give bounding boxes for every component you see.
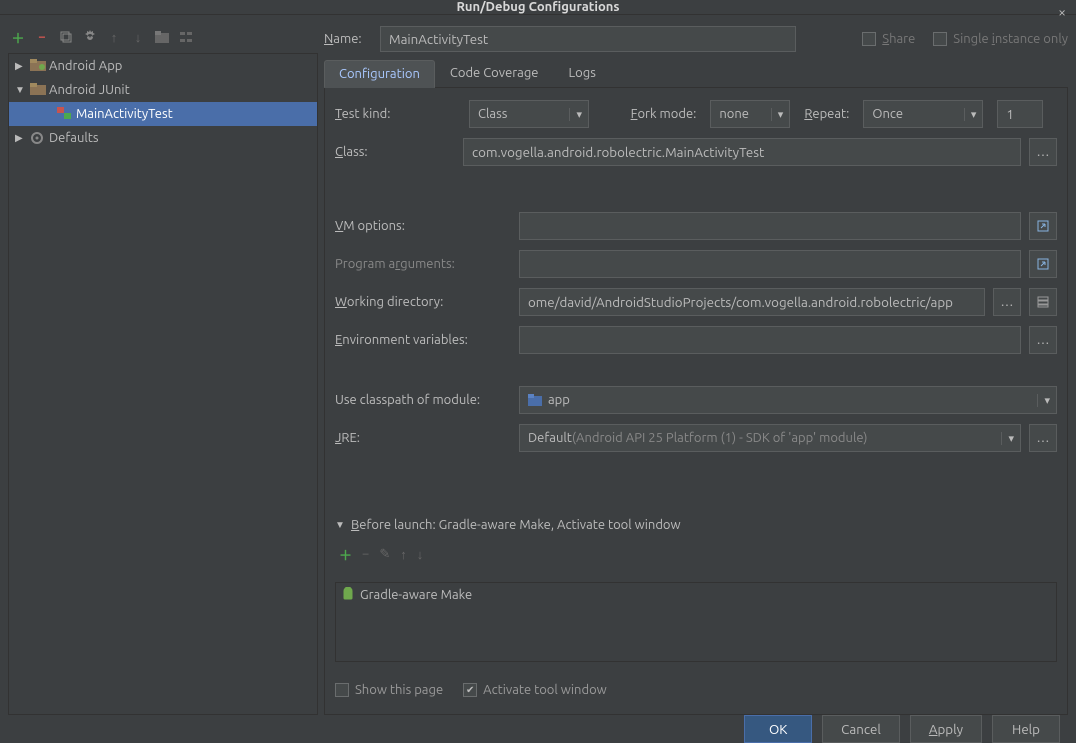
single-instance-checkbox[interactable]: Single instance only	[933, 32, 1068, 46]
settings-icon[interactable]	[82, 29, 98, 45]
move-task-up-icon[interactable]: ↑	[400, 547, 407, 562]
repeat-select[interactable]: Once	[863, 100, 983, 128]
apply-button[interactable]: Apply	[910, 715, 982, 743]
before-launch-header[interactable]: ▼ Before launch: Gradle-aware Make, Acti…	[335, 518, 1057, 532]
browse-jre-button[interactable]: …	[1029, 424, 1057, 452]
tree-node-android-junit[interactable]: ▼ Android JUnit	[9, 78, 317, 102]
working-dir-input[interactable]	[519, 288, 985, 316]
tabs: Configuration Code Coverage Logs	[324, 59, 1068, 88]
tab-configuration[interactable]: Configuration	[324, 60, 435, 88]
vm-options-input[interactable]	[519, 212, 1021, 240]
chevron-down-icon[interactable]: ▼	[335, 519, 347, 531]
name-label: Name:	[324, 32, 370, 46]
cancel-button[interactable]: Cancel	[822, 715, 900, 743]
before-launch-item[interactable]: Gradle-aware Make	[336, 583, 1056, 607]
share-checkbox[interactable]: Share	[862, 32, 915, 46]
android-junit-icon	[30, 83, 46, 97]
env-vars-input[interactable]	[519, 326, 1021, 354]
chevron-down-icon[interactable]: ▼	[15, 84, 27, 96]
tree-node-android-app[interactable]: ▶ Android App	[9, 54, 317, 78]
macros-workdir-button[interactable]	[1029, 288, 1057, 316]
browse-class-button[interactable]: …	[1029, 138, 1057, 166]
name-input[interactable]	[380, 26, 796, 52]
before-launch-list[interactable]: Gradle-aware Make	[335, 582, 1057, 662]
gear-icon	[30, 131, 46, 145]
move-up-icon[interactable]: ↑	[106, 29, 122, 45]
android-icon	[342, 587, 354, 604]
classpath-select[interactable]: app	[519, 386, 1057, 414]
working-dir-label: Working directory:	[335, 295, 511, 309]
dialog-footer: OK Cancel Apply Help	[0, 715, 1076, 743]
classpath-label: Use classpath of module:	[335, 393, 511, 407]
ok-button[interactable]: OK	[744, 715, 812, 743]
window-title: Run/Debug Configurations	[456, 0, 619, 14]
test-kind-label: Test kind:	[335, 107, 455, 121]
move-task-down-icon[interactable]: ↓	[417, 547, 424, 562]
tab-logs[interactable]: Logs	[554, 59, 611, 87]
show-this-page-checkbox[interactable]: Show this page	[335, 683, 443, 697]
android-app-icon	[30, 59, 46, 73]
repeat-count-input[interactable]	[997, 100, 1043, 128]
remove-task-icon[interactable]: −	[362, 547, 369, 561]
close-icon[interactable]: ×	[1058, 4, 1066, 20]
browse-env-button[interactable]: …	[1029, 326, 1057, 354]
collapse-icon[interactable]	[178, 29, 194, 45]
activate-tool-window-checkbox[interactable]: Activate tool window	[463, 683, 607, 697]
before-launch-toolbar: ＋ − ✎ ↑ ↓	[335, 542, 1057, 566]
tree-node-mainactivitytest[interactable]: MainActivityTest	[9, 102, 317, 126]
add-icon[interactable]: ＋	[10, 29, 26, 45]
tree-label: Android App	[49, 59, 122, 73]
help-button[interactable]: Help	[992, 715, 1060, 743]
class-input[interactable]	[463, 138, 1021, 166]
program-args-input[interactable]	[519, 250, 1021, 278]
tree-label: Android JUnit	[49, 83, 130, 97]
fork-mode-label: Fork mode:	[631, 107, 697, 121]
configurations-tree[interactable]: ▶ Android App ▼ Android JUnit MainActivi…	[8, 53, 318, 715]
folder-icon[interactable]	[154, 29, 170, 45]
edit-task-icon[interactable]: ✎	[379, 547, 390, 562]
expand-vm-button[interactable]	[1029, 212, 1057, 240]
chevron-right-icon[interactable]: ▶	[15, 132, 27, 144]
program-args-label: Program arguments:	[335, 257, 511, 271]
fork-mode-select[interactable]: none	[710, 100, 790, 128]
config-toolbar: ＋ − ↑ ↓	[8, 25, 318, 49]
repeat-label: Repeat:	[804, 107, 849, 121]
expand-args-button[interactable]	[1029, 250, 1057, 278]
class-label: Class:	[335, 145, 455, 159]
jre-label: JRE:	[335, 431, 511, 445]
tree-node-defaults[interactable]: ▶ Defaults	[9, 126, 317, 150]
tree-label: Defaults	[49, 131, 99, 145]
junit-test-icon	[57, 107, 73, 121]
chevron-right-icon[interactable]: ▶	[15, 60, 27, 72]
test-kind-select[interactable]: Class	[469, 100, 589, 128]
vm-options-label: VM options:	[335, 219, 511, 233]
remove-icon[interactable]: −	[34, 29, 50, 45]
copy-icon[interactable]	[58, 29, 74, 45]
jre-select[interactable]: Default (Android API 25 Platform (1) - S…	[519, 424, 1021, 452]
browse-workdir-button[interactable]: …	[993, 288, 1021, 316]
env-vars-label: Environment variables:	[335, 333, 511, 347]
move-down-icon[interactable]: ↓	[130, 29, 146, 45]
add-task-icon[interactable]: ＋	[339, 545, 352, 564]
title-bar: Run/Debug Configurations ×	[0, 0, 1076, 15]
tree-label: MainActivityTest	[76, 107, 173, 121]
tab-code-coverage[interactable]: Code Coverage	[435, 59, 554, 87]
